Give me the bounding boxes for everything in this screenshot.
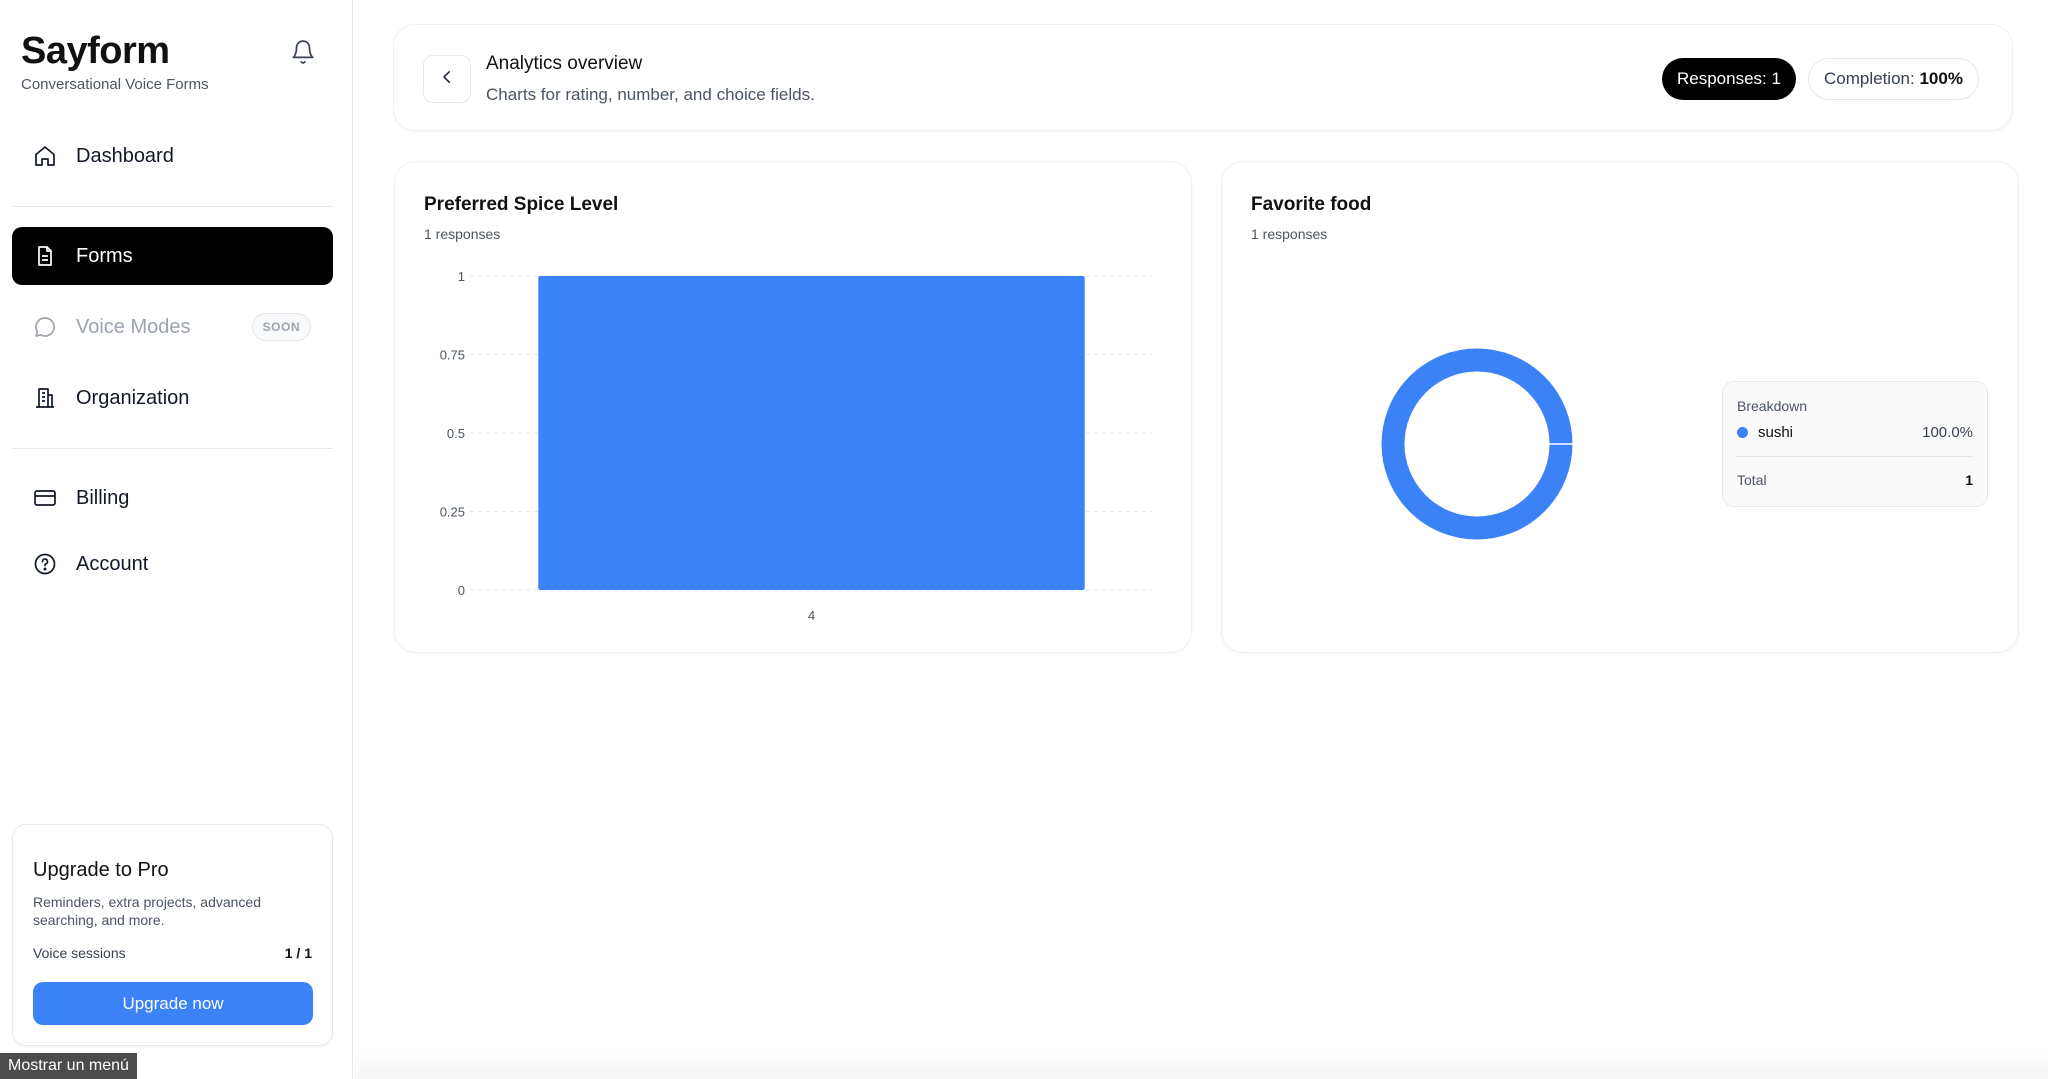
menu-tooltip: Mostrar un menú xyxy=(0,1053,137,1079)
usage-value: 1 / 1 xyxy=(284,945,312,961)
legend-total-row: Total 1 xyxy=(1737,472,1973,488)
page-subtitle: Charts for rating, number, and choice fi… xyxy=(486,85,815,104)
completion-pill: Completion: 100% xyxy=(1808,58,1979,100)
nav-divider xyxy=(12,448,333,449)
legend-item: sushi 100.0% xyxy=(1737,424,1973,441)
usage-row: Voice sessions 1 / 1 xyxy=(33,945,312,961)
sidebar-item-forms[interactable]: Forms xyxy=(12,227,333,285)
bottom-edge xyxy=(354,1050,2048,1079)
brand-title: Sayform xyxy=(21,30,170,72)
page-title: Analytics overview xyxy=(486,53,643,74)
sidebar-item-label: Organization xyxy=(76,386,190,409)
favorite-food-chart-card: Favorite food 1 responses Breakdown sush… xyxy=(1221,161,2019,653)
sidebar: Sayform Conversational Voice Forms Dashb… xyxy=(0,0,353,1079)
legend-dot xyxy=(1737,427,1748,438)
bar-chart: 0 0.25 0.5 0.75 1 4 xyxy=(440,269,1153,623)
chevron-left-icon xyxy=(438,68,456,91)
brand-subtitle: Conversational Voice Forms xyxy=(21,76,209,93)
y-tick-label: 0 xyxy=(458,583,465,598)
chat-bubble-icon xyxy=(32,314,58,340)
legend-item-label: sushi xyxy=(1758,424,1794,441)
bell-icon[interactable] xyxy=(290,38,316,66)
breakdown-legend: Breakdown sushi 100.0% Total 1 xyxy=(1722,381,1988,507)
y-tick-label: 0.25 xyxy=(440,505,465,520)
building-icon xyxy=(32,385,58,411)
sidebar-item-dashboard[interactable]: Dashboard xyxy=(12,127,333,185)
sidebar-item-voice-modes[interactable]: Voice Modes SOON xyxy=(12,298,333,356)
upgrade-card: Upgrade to Pro Reminders, extra projects… xyxy=(12,824,333,1046)
sidebar-item-label: Dashboard xyxy=(76,144,174,167)
home-icon xyxy=(32,143,58,169)
spice-level-chart-card: Preferred Spice Level 1 responses 0 0.25 0… xyxy=(394,161,1192,653)
usage-label: Voice sessions xyxy=(33,945,126,961)
sidebar-item-label: Forms xyxy=(76,244,133,267)
bar[interactable] xyxy=(538,276,1085,590)
sidebar-item-billing[interactable]: Billing xyxy=(12,469,333,527)
sidebar-item-label: Account xyxy=(76,552,149,575)
sidebar-item-label: Voice Modes xyxy=(76,315,191,338)
document-icon xyxy=(32,243,58,269)
upgrade-title: Upgrade to Pro xyxy=(33,859,169,881)
analytics-header: Analytics overview Charts for rating, nu… xyxy=(393,24,2013,131)
completion-value: 100% xyxy=(1919,69,1963,88)
legend-total-value: 1 xyxy=(1965,472,1973,488)
completion-label: Completion: xyxy=(1824,69,1915,88)
donut-chart xyxy=(1381,348,1573,540)
sidebar-item-account[interactable]: Account xyxy=(12,535,333,593)
y-tick-label: 0.75 xyxy=(440,348,465,363)
upgrade-description: Reminders, extra projects, advanced sear… xyxy=(33,894,261,928)
nav-divider xyxy=(12,206,333,207)
soon-badge: SOON xyxy=(251,313,311,341)
responses-pill: Responses: 1 xyxy=(1662,58,1796,100)
legend-item-percent: 100.0% xyxy=(1922,424,1973,441)
legend-divider xyxy=(1737,456,1973,457)
credit-card-icon xyxy=(32,485,58,511)
sidebar-item-organization[interactable]: Organization xyxy=(12,369,333,427)
sidebar-item-label: Billing xyxy=(76,486,130,509)
help-circle-icon xyxy=(32,551,58,577)
x-tick-label: 4 xyxy=(808,608,815,623)
donut-slice[interactable] xyxy=(1381,348,1573,540)
upgrade-now-button[interactable]: Upgrade now xyxy=(33,982,313,1025)
brand: Sayform Conversational Voice Forms xyxy=(21,28,209,93)
legend-total-label: Total xyxy=(1737,472,1767,488)
y-tick-label: 1 xyxy=(458,269,465,284)
y-tick-label: 0.5 xyxy=(447,426,465,441)
legend-heading: Breakdown xyxy=(1737,398,1808,414)
back-button[interactable] xyxy=(423,55,471,103)
